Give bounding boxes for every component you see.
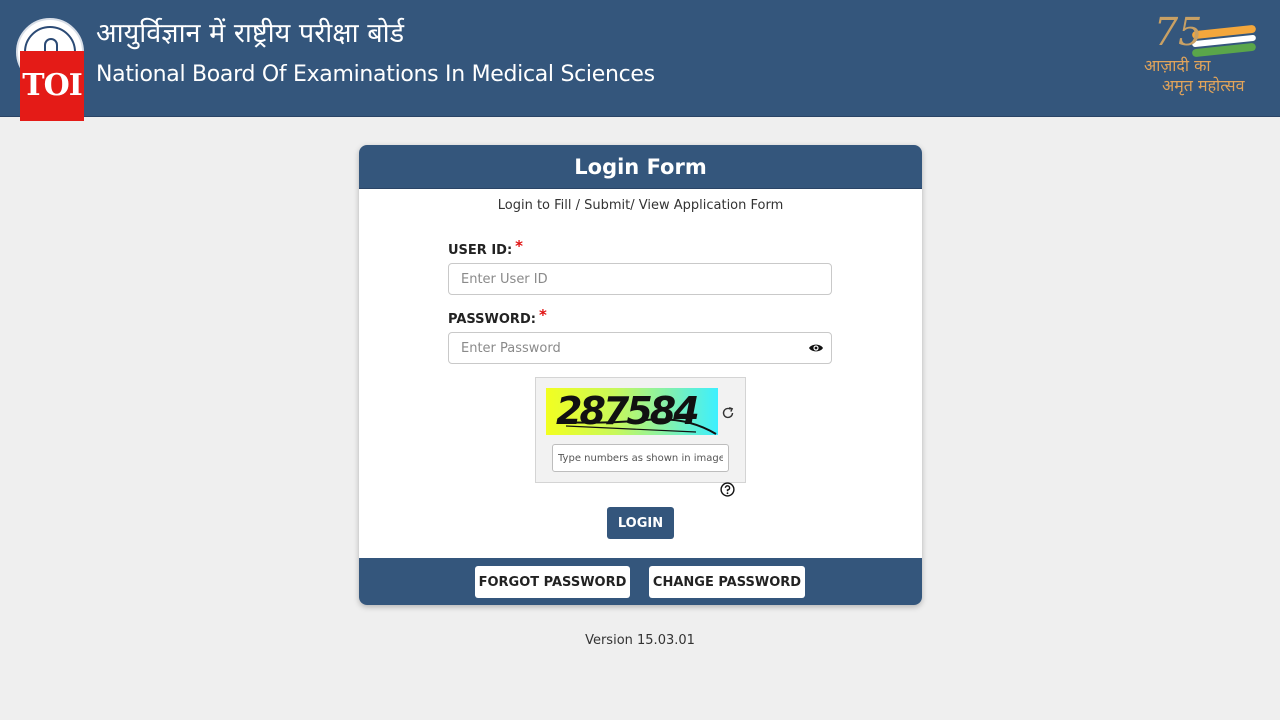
login-card: Login Form Login to Fill / Submit/ View …	[359, 145, 922, 605]
azadi-ka-amrit-mahotsav-logo: 75 आज़ादी का अमृत महोत्सव	[1140, 10, 1272, 100]
help-icon[interactable]	[720, 482, 735, 497]
login-form-title: Login Form	[359, 145, 922, 189]
change-password-button[interactable]: CHANGE PASSWORD	[649, 566, 805, 598]
captcha-input[interactable]	[552, 444, 729, 472]
password-input[interactable]	[448, 332, 832, 364]
refresh-icon[interactable]	[721, 405, 735, 419]
azadi-number: 75	[1154, 10, 1203, 54]
azadi-line-2: अमृत महोत्सव	[1162, 76, 1245, 95]
user-id-label: USER ID: *	[448, 237, 524, 260]
captcha-code: 287584	[556, 389, 700, 433]
version-text: Version 15.03.01	[585, 633, 695, 648]
hindi-site-title: आयुर्विज्ञान में राष्ट्रीय परीक्षा बोर्ड	[96, 18, 405, 49]
password-label: PASSWORD: *	[448, 306, 547, 329]
login-card-footer: FORGOT PASSWORD CHANGE PASSWORD	[359, 558, 922, 605]
user-id-label-text: USER ID:	[448, 243, 513, 258]
login-form-subtitle: Login to Fill / Submit/ View Application…	[497, 198, 784, 213]
captcha-image: 287584	[546, 388, 718, 435]
password-label-text: PASSWORD:	[448, 312, 536, 327]
azadi-line-1: आज़ादी का	[1144, 56, 1211, 75]
required-mark: *	[515, 237, 524, 255]
forgot-password-button[interactable]: FORGOT PASSWORD	[475, 566, 630, 598]
eye-icon[interactable]	[808, 340, 824, 356]
captcha-panel: 287584	[535, 377, 746, 483]
required-mark: *	[538, 306, 547, 324]
login-button[interactable]: LOGIN	[607, 507, 674, 539]
english-site-title: National Board Of Examinations In Medica…	[96, 62, 655, 87]
site-header: TOI आयुर्विज्ञान में राष्ट्रीय परीक्षा ब…	[0, 0, 1280, 121]
toi-watermark: TOI	[20, 51, 84, 121]
user-id-input[interactable]	[448, 263, 832, 295]
